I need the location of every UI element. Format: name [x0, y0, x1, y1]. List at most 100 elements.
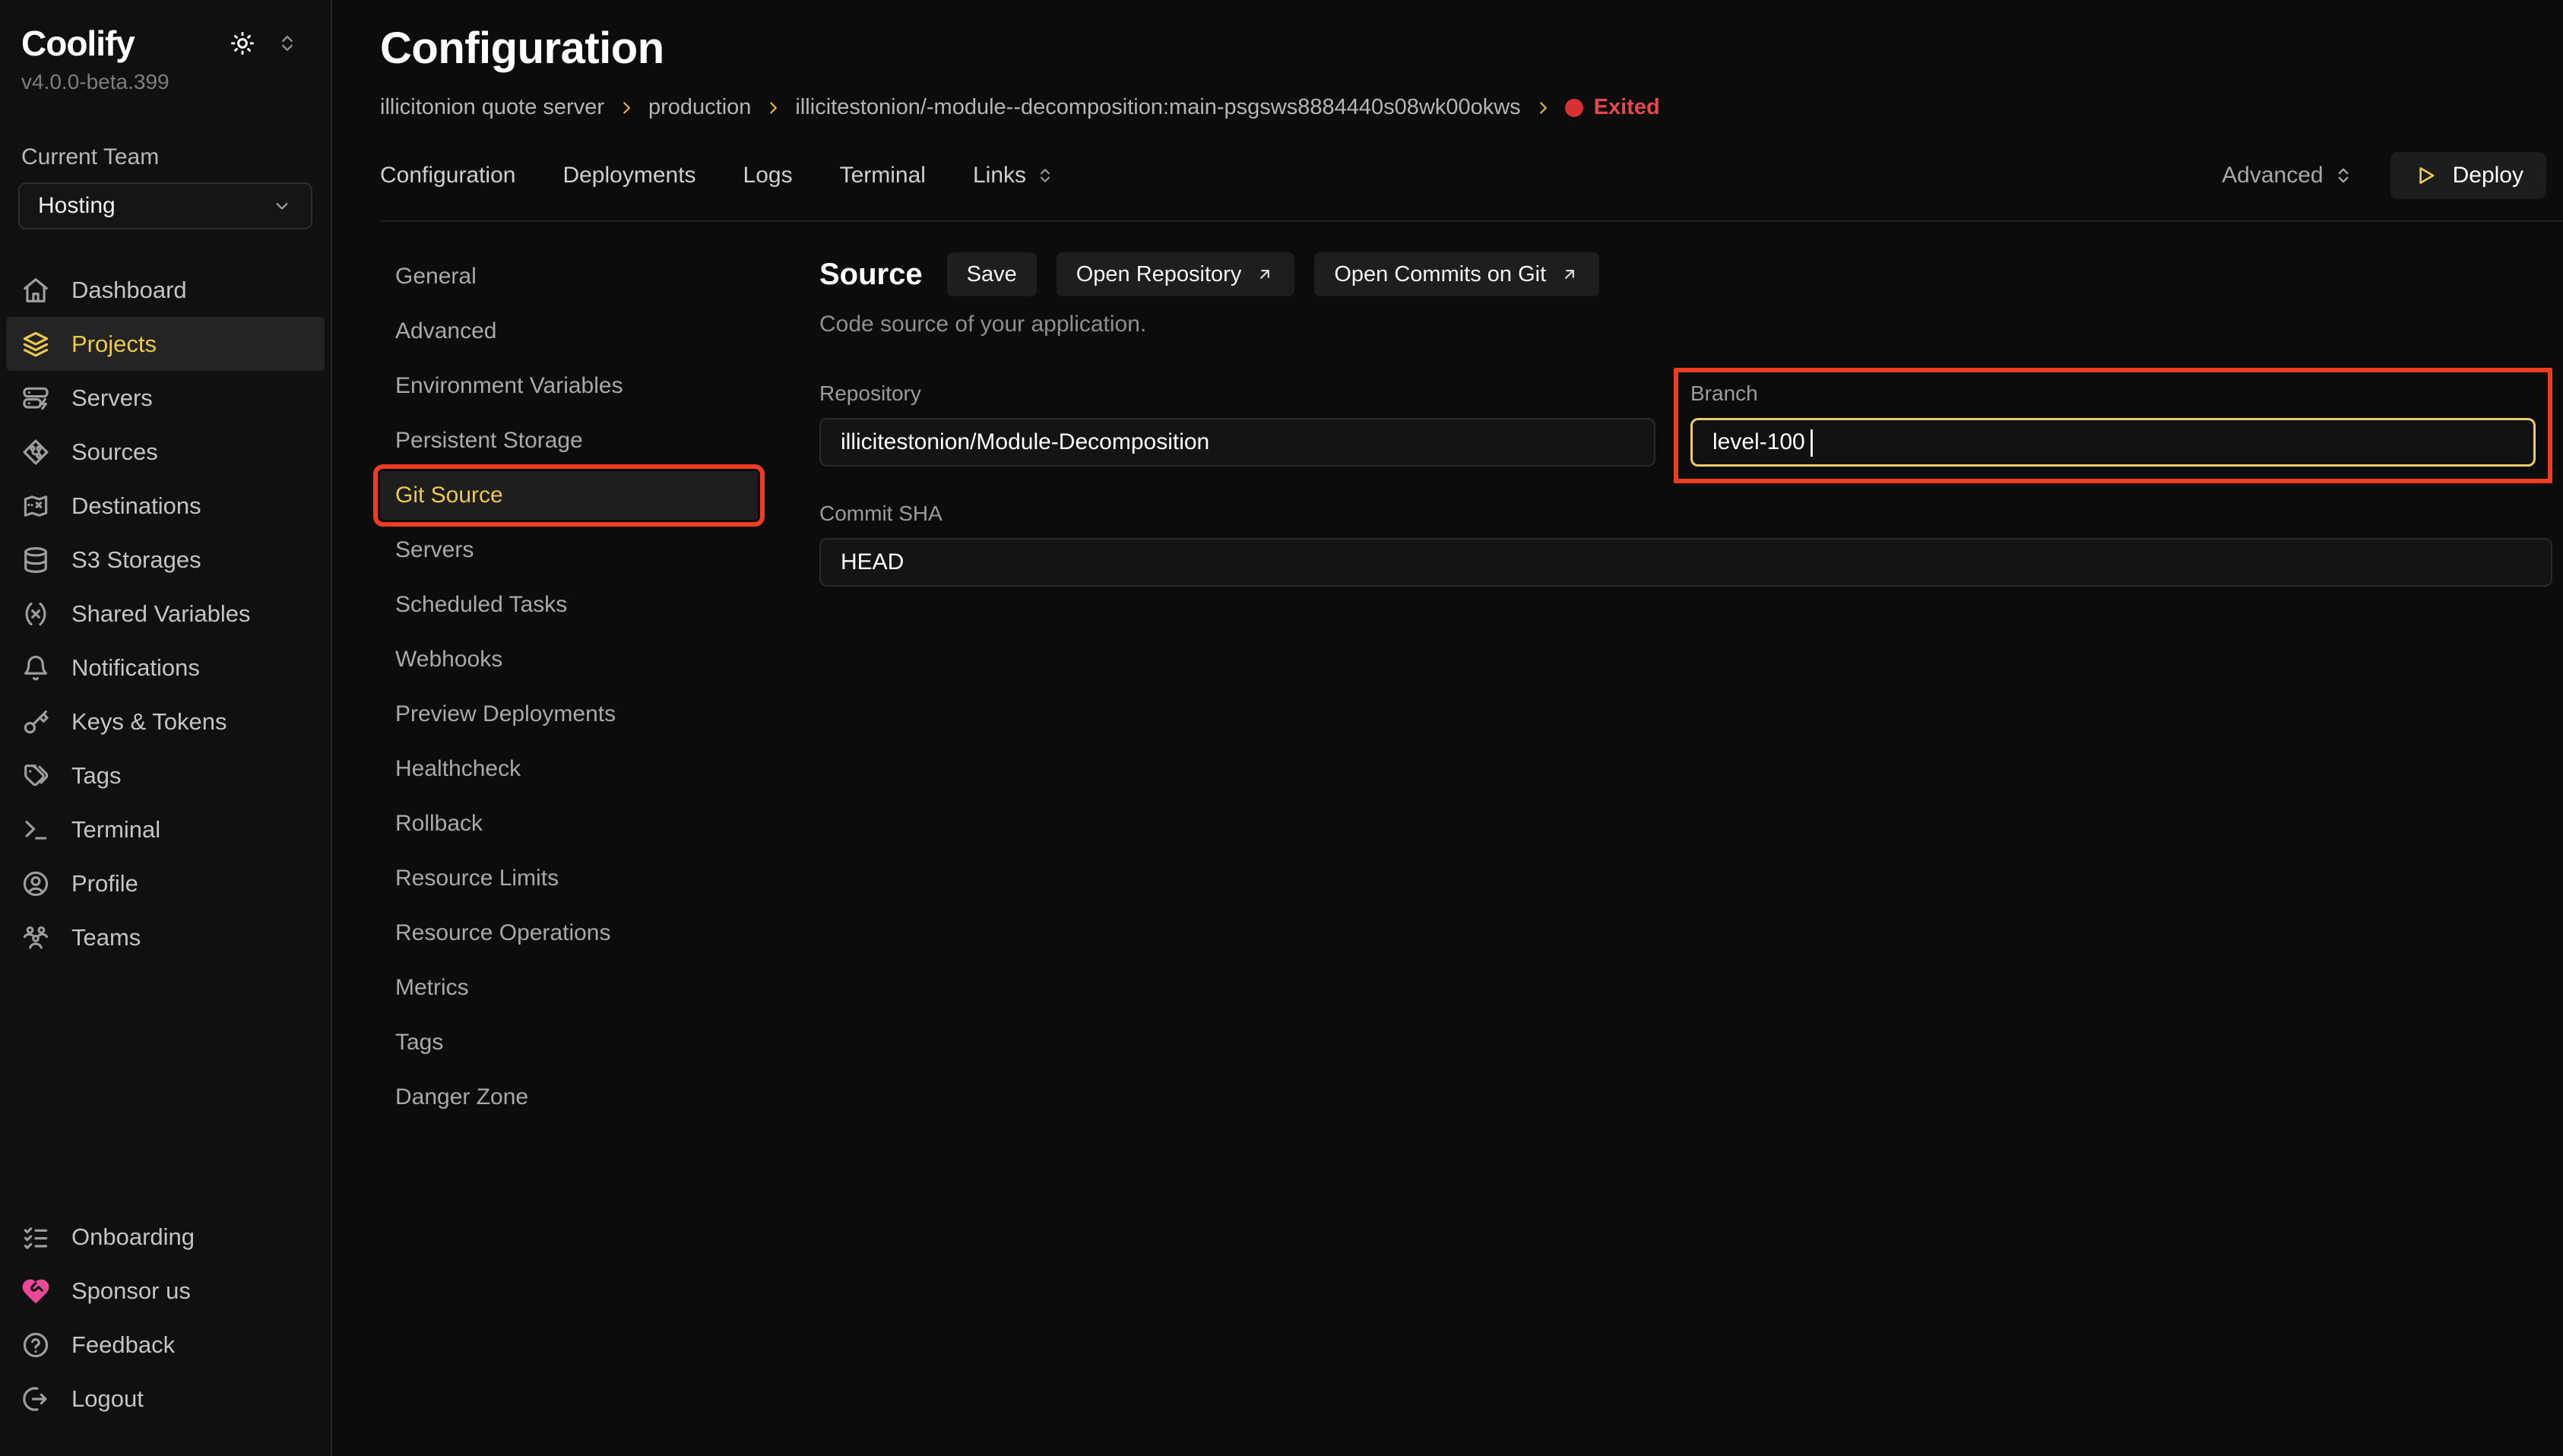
- sidebar-item-label: Destinations: [71, 492, 201, 520]
- brand-logo: Coolify: [21, 23, 135, 64]
- commit-sha-input[interactable]: [819, 538, 2552, 587]
- sidebar-item-sources[interactable]: Sources: [6, 425, 325, 479]
- sidebar-item-shared-variables[interactable]: Shared Variables: [6, 587, 325, 641]
- breadcrumb-item[interactable]: production: [648, 95, 751, 120]
- sidebar-item-s3-storages[interactable]: S3 Storages: [6, 533, 325, 587]
- subnav-item-git-source[interactable]: Git Source: [380, 471, 758, 520]
- breadcrumb-item[interactable]: illicitonion quote server: [380, 95, 604, 120]
- sidebar-item-destinations[interactable]: Destinations: [6, 479, 325, 533]
- git-diamond-icon: [21, 438, 50, 467]
- subnav-item-advanced[interactable]: Advanced: [380, 307, 758, 356]
- sun-icon[interactable]: [229, 30, 256, 57]
- key-icon: [21, 707, 50, 736]
- sidebar-item-label: Onboarding: [71, 1223, 195, 1251]
- chevrons-up-down-icon[interactable]: [276, 32, 299, 55]
- subnav-item-resource-operations[interactable]: Resource Operations: [380, 909, 758, 957]
- bell-icon: [21, 654, 50, 682]
- status-badge: Exited: [1565, 95, 1660, 120]
- sidebar-item-teams[interactable]: Teams: [6, 910, 325, 964]
- tab-configuration[interactable]: Configuration: [380, 163, 515, 188]
- subnav-item-general[interactable]: General: [380, 252, 758, 301]
- tab-deployments[interactable]: Deployments: [562, 163, 695, 188]
- status-dot-icon: [1565, 99, 1583, 117]
- team-select[interactable]: Hosting: [18, 182, 312, 229]
- subnav-item-healthcheck[interactable]: Healthcheck: [380, 745, 758, 793]
- open-commits-button[interactable]: Open Commits on Git: [1314, 252, 1599, 296]
- sidebar-item-label: Tags: [71, 762, 121, 790]
- chevrons-up-down-icon: [1035, 166, 1055, 185]
- subnav-item-servers[interactable]: Servers: [380, 526, 758, 574]
- subnav-item-danger-zone[interactable]: Danger Zone: [380, 1073, 758, 1122]
- sidebar-item-label: Terminal: [71, 816, 160, 844]
- server-icon: [21, 384, 50, 413]
- subnav-item-rollback[interactable]: Rollback: [380, 799, 758, 848]
- sidebar-item-label: Shared Variables: [71, 600, 251, 628]
- tab-logs[interactable]: Logs: [743, 163, 793, 188]
- tab-links[interactable]: Links: [973, 163, 1055, 188]
- sidebar-item-projects[interactable]: Projects: [6, 317, 325, 371]
- open-repository-button[interactable]: Open Repository: [1057, 252, 1295, 296]
- sidebar-nav: Dashboard Projects Servers Sources Destinati…: [0, 263, 331, 964]
- subnav-item-scheduled-tasks[interactable]: Scheduled Tasks: [380, 581, 758, 629]
- arrow-up-right-icon: [1560, 264, 1579, 284]
- tab-label: Links: [973, 163, 1026, 188]
- text-cursor: [1811, 429, 1813, 457]
- app-window: Coolify v4.0.0-beta.399 Current Team Hos…: [0, 0, 2563, 1456]
- source-heading: Source: [819, 258, 923, 292]
- help-circle-icon: [21, 1331, 50, 1359]
- settings-subnav: General Advanced Environment Variables Pers…: [380, 252, 758, 1128]
- sidebar-item-label: Sponsor us: [71, 1277, 191, 1305]
- breadcrumb: illicitonion quote server production illic…: [380, 95, 2563, 120]
- sidebar-item-notifications[interactable]: Notifications: [6, 641, 325, 695]
- variable-icon: [21, 600, 50, 628]
- save-label: Save: [967, 262, 1017, 287]
- tab-terminal[interactable]: Terminal: [840, 163, 926, 188]
- subnav-item-persistent-storage[interactable]: Persistent Storage: [380, 416, 758, 465]
- commit-sha-field: Commit SHA: [819, 502, 2552, 587]
- save-button[interactable]: Save: [947, 252, 1037, 296]
- tab-label: Terminal: [840, 163, 926, 188]
- deploy-button[interactable]: Deploy: [2390, 152, 2546, 199]
- branch-label: Branch: [1690, 381, 2536, 406]
- sidebar-item-label: Projects: [71, 331, 157, 358]
- sidebar-item-onboarding[interactable]: Onboarding: [6, 1210, 325, 1264]
- layers-icon: [21, 330, 50, 359]
- sidebar-item-tags[interactable]: Tags: [6, 749, 325, 802]
- logout-icon: [21, 1385, 50, 1413]
- terminal-icon: [21, 815, 50, 844]
- subnav-item-preview-deployments[interactable]: Preview Deployments: [380, 690, 758, 739]
- subnav-item-webhooks[interactable]: Webhooks: [380, 635, 758, 684]
- sidebar-item-sponsor-us[interactable]: Sponsor us: [6, 1264, 325, 1318]
- subnav-item-tags[interactable]: Tags: [380, 1018, 758, 1067]
- breadcrumb-item[interactable]: illicitestonion/-module--decomposition:m…: [795, 95, 1520, 120]
- repository-label: Repository: [819, 381, 1655, 406]
- page-title: Configuration: [380, 23, 2563, 74]
- sidebar-item-keys-tokens[interactable]: Keys & Tokens: [6, 695, 325, 749]
- branch-annotation-box: Branch: [1674, 368, 2552, 483]
- subnav-item-resource-limits[interactable]: Resource Limits: [380, 854, 758, 903]
- sidebar-item-label: Servers: [71, 385, 153, 412]
- sidebar-item-servers[interactable]: Servers: [6, 371, 325, 425]
- repository-field: Repository: [819, 368, 1655, 483]
- repository-input[interactable]: [819, 418, 1655, 467]
- database-icon: [21, 546, 50, 574]
- sidebar-item-terminal[interactable]: Terminal: [6, 802, 325, 856]
- branch-input[interactable]: [1690, 418, 2536, 467]
- play-icon: [2413, 163, 2438, 188]
- commit-sha-label: Commit SHA: [819, 502, 2552, 526]
- sidebar-item-label: Dashboard: [71, 277, 187, 304]
- sidebar-item-feedback[interactable]: Feedback: [6, 1318, 325, 1372]
- sidebar-item-label: Profile: [71, 870, 138, 897]
- team-select-value: Hosting: [38, 193, 116, 219]
- sidebar-item-logout[interactable]: Logout: [6, 1372, 325, 1426]
- advanced-dropdown[interactable]: Advanced: [2222, 163, 2353, 188]
- user-circle-icon: [21, 869, 50, 898]
- map-icon: [21, 492, 50, 521]
- sidebar-item-label: S3 Storages: [71, 546, 201, 574]
- open-repository-label: Open Repository: [1076, 262, 1242, 287]
- sidebar-item-profile[interactable]: Profile: [6, 856, 325, 910]
- sidebar-item-label: Feedback: [71, 1331, 175, 1359]
- subnav-item-metrics[interactable]: Metrics: [380, 964, 758, 1012]
- subnav-item-environment-variables[interactable]: Environment Variables: [380, 362, 758, 410]
- sidebar-item-dashboard[interactable]: Dashboard: [6, 263, 325, 317]
